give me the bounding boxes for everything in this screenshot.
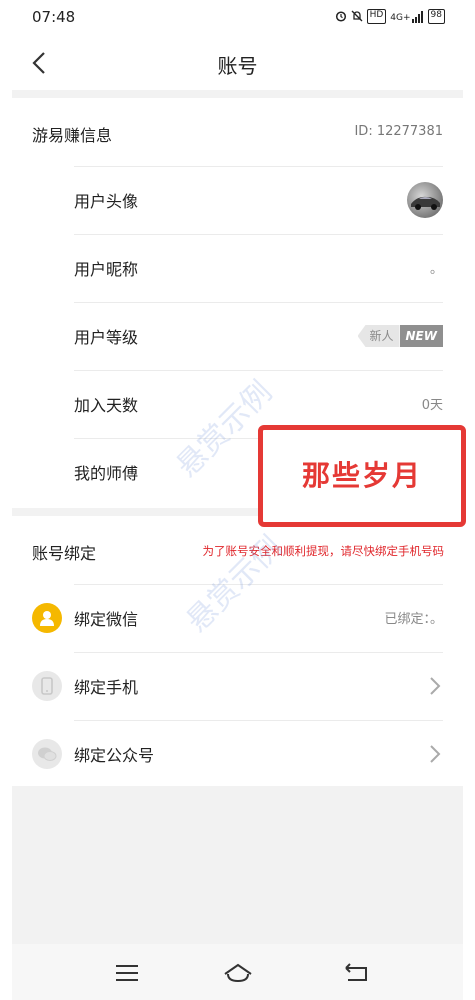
bind-phone-label: 绑定手机 [74,678,139,697]
master-label: 我的师傅 [74,464,139,483]
account-info-header: 游易赚信息 [32,126,113,145]
menu-icon [116,965,138,981]
level-row[interactable]: 用户等级 新人 NEW [12,302,463,370]
chevron-right-icon [430,677,441,695]
avatar[interactable] [407,182,443,218]
level-badge-text: 新人 [357,325,400,347]
nav-bar: 账号 [12,36,463,90]
nickname-label: 用户昵称 [74,260,139,279]
mute-icon [351,10,363,23]
join-days-value: 0天 [421,398,443,413]
home-icon [224,963,252,983]
binding-header: 账号绑定 [32,544,97,563]
menu-button[interactable] [112,962,142,984]
bind-official-account-label: 绑定公众号 [74,746,155,765]
binding-warning: 为了账号安全和顺利提现，请尽快绑定手机号码 [202,544,445,558]
chevron-right-icon [430,745,441,763]
bind-official-account-row[interactable]: 绑定公众号 [12,720,463,788]
back-icon [345,963,367,981]
back-nav-button[interactable] [342,962,372,984]
home-button[interactable] [222,962,252,984]
page-title: 账号 [217,54,258,78]
bind-phone-row[interactable]: 绑定手机 [12,652,463,720]
signal-4g-icon: 4G+ [390,10,423,23]
avatar-row[interactable]: 用户头像 [12,166,463,234]
status-time: 07:48 [32,8,76,26]
bind-wechat-label: 绑定微信 [74,610,139,629]
level-label: 用户等级 [74,328,139,347]
battery-icon: 98 [427,9,445,24]
overlay-text: 那些岁月 [301,459,422,492]
level-badge-new: NEW [399,325,443,347]
empty-area [12,786,463,944]
status-bar: 07:48 HD 4G+ 98 [12,0,463,36]
avatar-label: 用户头像 [74,192,139,211]
official-account-icon [32,739,62,769]
hd-icon: HD [366,9,387,24]
nickname-value: 。 [429,262,443,277]
bind-wechat-row[interactable]: 绑定微信 已绑定：。 [12,584,463,652]
level-badge: 新人 NEW [357,325,443,347]
nickname-row[interactable]: 用户昵称 。 [12,234,463,302]
join-days-label: 加入天数 [74,396,139,415]
alarm-icon [335,10,347,23]
account-binding-section: 账号绑定 为了账号安全和顺利提现，请尽快绑定手机号码 绑定微信 已绑定：。 绑定… [12,516,463,786]
system-nav-bar [12,944,463,1000]
user-id: ID: 12277381 [354,124,443,139]
app-frame: 07:48 HD 4G+ 98 账号 游易赚信息 ID: 12277381 用户… [12,0,466,1000]
phone-icon [32,671,62,701]
bind-wechat-value: 已绑定：。 [384,612,443,627]
overlay-box: 那些岁月 [258,425,466,527]
status-icons: HD 4G+ 98 [335,9,445,24]
wechat-icon [32,603,62,633]
